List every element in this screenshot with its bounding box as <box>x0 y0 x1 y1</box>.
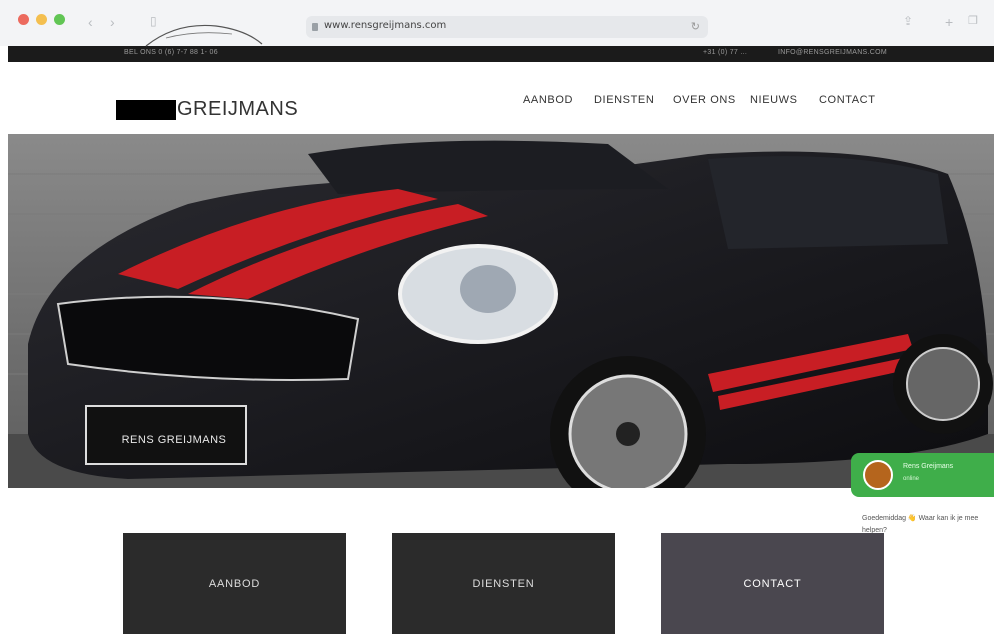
url-text: www.rensgreijmans.com <box>324 20 447 31</box>
reload-icon[interactable]: ↻ <box>691 20 700 33</box>
phone-label: BEL ONS 0 (6) 7-7 88 1- 06 <box>124 49 218 56</box>
back-arrow-icon[interactable]: ‹ <box>88 14 93 30</box>
nav-over-ons[interactable]: OVER ONS <box>673 94 736 106</box>
phone-link[interactable]: +31 (0) 77 ... <box>703 49 747 56</box>
top-info-bar: BEL ONS 0 (6) 7-7 88 1- 06 +31 (0) 77 ..… <box>8 46 994 62</box>
chat-agent-name: Rens Greijmans <box>903 463 954 470</box>
chat-status: online <box>903 476 920 482</box>
avatar <box>863 460 893 490</box>
card-contact[interactable]: CONTACT <box>661 533 884 634</box>
nav-aanbod[interactable]: AANBOD <box>523 94 573 106</box>
car-silhouette-icon <box>145 24 263 47</box>
nav-diensten[interactable]: DIENSTEN <box>594 94 654 106</box>
card-aanbod[interactable]: AANBOD <box>123 533 346 634</box>
tabs-overview-icon[interactable]: ❐ <box>968 14 978 27</box>
card-contact-label: CONTACT <box>743 577 802 590</box>
nav-nieuws[interactable]: NIEUWS <box>750 94 798 106</box>
card-aanbod-label: AANBOD <box>208 577 261 590</box>
new-tab-icon[interactable]: + <box>945 14 953 30</box>
minimize-window-button[interactable] <box>36 14 47 25</box>
site-logo[interactable]: GREIJMANS <box>177 98 298 121</box>
card-diensten[interactable]: DIENSTEN <box>392 533 615 634</box>
email-link[interactable]: INFO@RENSGREIJMANS.COM <box>778 49 887 56</box>
chat-message-preview[interactable]: Goedemiddag 👋 Waar kan ik je mee helpen? <box>862 513 994 537</box>
forward-arrow-icon[interactable]: › <box>110 14 115 30</box>
license-plate-text: RENS GREIJMANS <box>121 434 227 446</box>
share-icon[interactable]: ⇪ <box>903 14 913 28</box>
chat-widget[interactable]: Rens Greijmans online <box>851 453 994 497</box>
logo-redaction <box>116 100 176 120</box>
lock-icon <box>312 23 318 31</box>
close-window-button[interactable] <box>18 14 29 25</box>
address-bar[interactable]: www.rensgreijmans.com ↻ <box>306 16 708 38</box>
maximize-window-button[interactable] <box>54 14 65 25</box>
nav-contact[interactable]: CONTACT <box>819 94 876 106</box>
card-diensten-label: DIENSTEN <box>472 577 535 590</box>
hero-image: RENS GREIJMANS <box>8 134 994 488</box>
